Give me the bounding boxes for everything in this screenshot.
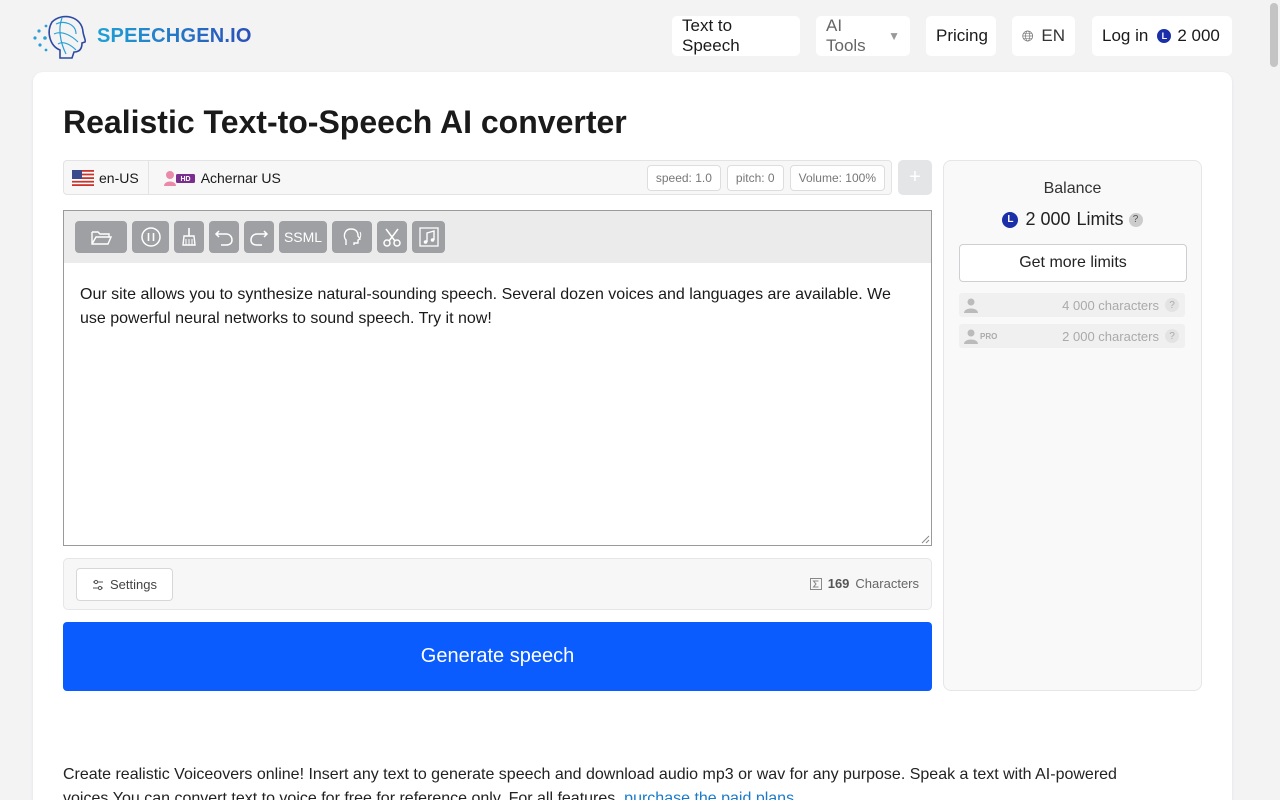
volume-label: Volume: 100% <box>798 170 876 185</box>
nav-text-to-speech-label: Text to Speech <box>682 16 740 55</box>
undo-button[interactable] <box>209 221 239 253</box>
add-voice-button[interactable]: + <box>898 160 932 195</box>
balance-value: 2 000 <box>1025 209 1071 229</box>
settings-button[interactable]: Settings <box>76 568 173 601</box>
redo-icon <box>250 230 269 246</box>
cut-button[interactable] <box>377 221 407 253</box>
scrollbar-thumb[interactable] <box>1270 3 1278 67</box>
get-more-limits-label: Get more limits <box>1019 254 1127 271</box>
clear-text-button[interactable] <box>174 221 204 253</box>
logo-text: SPEECHGEN.IO <box>97 24 252 47</box>
balance-panel: Balance L 2 000 Limits ? Get more limits… <box>943 160 1202 691</box>
description-text: Create realistic Voiceovers online! Inse… <box>63 766 1117 800</box>
purchase-plans-link[interactable]: purchase the paid plans <box>624 790 794 800</box>
login-button[interactable]: Log in L 2 000 <box>1092 16 1232 56</box>
logo-head-icon <box>33 15 87 59</box>
character-count-label: Characters <box>855 576 919 591</box>
voice-avatar-icon: HD <box>163 170 195 186</box>
brush-clean-icon <box>182 228 196 246</box>
pause-icon <box>140 227 161 247</box>
user-icon <box>963 297 979 313</box>
settings-label: Settings <box>110 577 157 592</box>
limits-coin-icon: L <box>1002 211 1019 228</box>
tier-pro: PRO 2 000 characters ? <box>959 324 1185 348</box>
help-icon[interactable]: ? <box>1128 212 1143 227</box>
head-voice-icon <box>343 228 362 245</box>
pitch-pill[interactable]: pitch: 0 <box>726 164 784 191</box>
locale-selector[interactable]: en-US <box>64 161 149 194</box>
tier-free-help-icon[interactable]: ? <box>1165 298 1179 312</box>
speed-label: speed: 1.0 <box>655 170 712 185</box>
nav-pricing[interactable]: Pricing <box>926 16 996 56</box>
globe-icon <box>1022 30 1034 42</box>
add-music-button[interactable] <box>412 221 445 253</box>
pitch-label: pitch: 0 <box>735 170 775 185</box>
open-file-button[interactable] <box>75 221 127 253</box>
editor-toolbar: SSML <box>64 211 931 263</box>
logo[interactable]: SPEECHGEN.IO <box>32 12 252 60</box>
voice-name: Achernar US <box>200 169 281 186</box>
language-label: EN <box>1041 26 1065 45</box>
sigma-icon <box>809 577 822 590</box>
undo-icon <box>214 230 233 246</box>
nav-text-to-speech[interactable]: Text to Speech <box>672 16 800 56</box>
caret-down-icon: ▼ <box>888 29 900 43</box>
get-more-limits-button[interactable]: Get more limits <box>959 244 1187 282</box>
page-scrollbar[interactable] <box>1268 0 1280 800</box>
folder-open-icon <box>91 231 112 245</box>
voice-selector-bar: en-US HD Achernar US speed: 1.0 pitch: 0… <box>63 160 892 195</box>
editor-textarea[interactable]: Our site allows you to synthesize natura… <box>64 263 931 351</box>
editor-status-bar: Settings 169 Characters <box>63 558 932 610</box>
sliders-icon <box>93 579 103 590</box>
generate-speech-label: Generate speech <box>420 645 575 667</box>
language-selector[interactable]: EN <box>1012 16 1075 56</box>
pro-badge: PRO <box>980 331 998 341</box>
ssml-label: SSML <box>283 229 323 245</box>
balance-amount: L 2 000 Limits ? <box>944 209 1201 230</box>
insert-pause-button[interactable] <box>132 221 169 253</box>
description-tail: . <box>794 790 799 800</box>
balance-unit: Limits <box>1076 209 1124 229</box>
balance-title: Balance <box>1043 180 1102 197</box>
character-counter: 169 Characters <box>809 576 919 591</box>
nav-ai-tools-label: AI Tools <box>826 16 866 55</box>
tier-free: 4 000 characters ? <box>959 293 1185 317</box>
volume-pill[interactable]: Volume: 100% <box>789 164 885 191</box>
locale-label: en-US <box>99 169 139 186</box>
character-count-value: 169 <box>827 576 850 591</box>
voice-emotion-button[interactable] <box>332 221 372 253</box>
nav-ai-tools-dropdown[interactable]: AI Tools ▼ <box>816 16 910 56</box>
user-pro-icon: PRO <box>963 328 997 344</box>
ssml-button[interactable]: SSML <box>279 221 327 253</box>
page-title: Realistic Text-to-Speech AI converter <box>63 104 627 140</box>
site-header: SPEECHGEN.IO Text to Speech AI Tools ▼ P… <box>0 0 1268 72</box>
voice-selector[interactable]: HD Achernar US <box>149 170 647 186</box>
tier-pro-help-icon[interactable]: ? <box>1165 329 1179 343</box>
header-balance: 2 000 <box>1177 26 1220 45</box>
login-label: Log in <box>1102 26 1149 45</box>
tier-pro-limit: 2 000 characters <box>1062 328 1159 344</box>
redo-button[interactable] <box>244 221 274 253</box>
limits-coin-icon: L <box>1157 29 1172 43</box>
us-flag-icon <box>72 169 94 186</box>
speed-pill[interactable]: speed: 1.0 <box>646 164 721 191</box>
plus-icon: + <box>909 166 921 188</box>
tier-free-limit: 4 000 characters <box>1062 297 1159 313</box>
generate-speech-button[interactable]: Generate speech <box>63 622 932 691</box>
music-note-icon <box>418 227 439 247</box>
page-description: Create realistic Voiceovers online! Inse… <box>63 763 1163 800</box>
text-editor: SSML Our site allows you to synthesize n… <box>63 210 932 546</box>
hd-badge: HD <box>180 176 190 183</box>
nav-pricing-label: Pricing <box>936 26 988 45</box>
scissors-icon <box>383 228 401 247</box>
resize-handle-icon[interactable] <box>920 534 930 544</box>
